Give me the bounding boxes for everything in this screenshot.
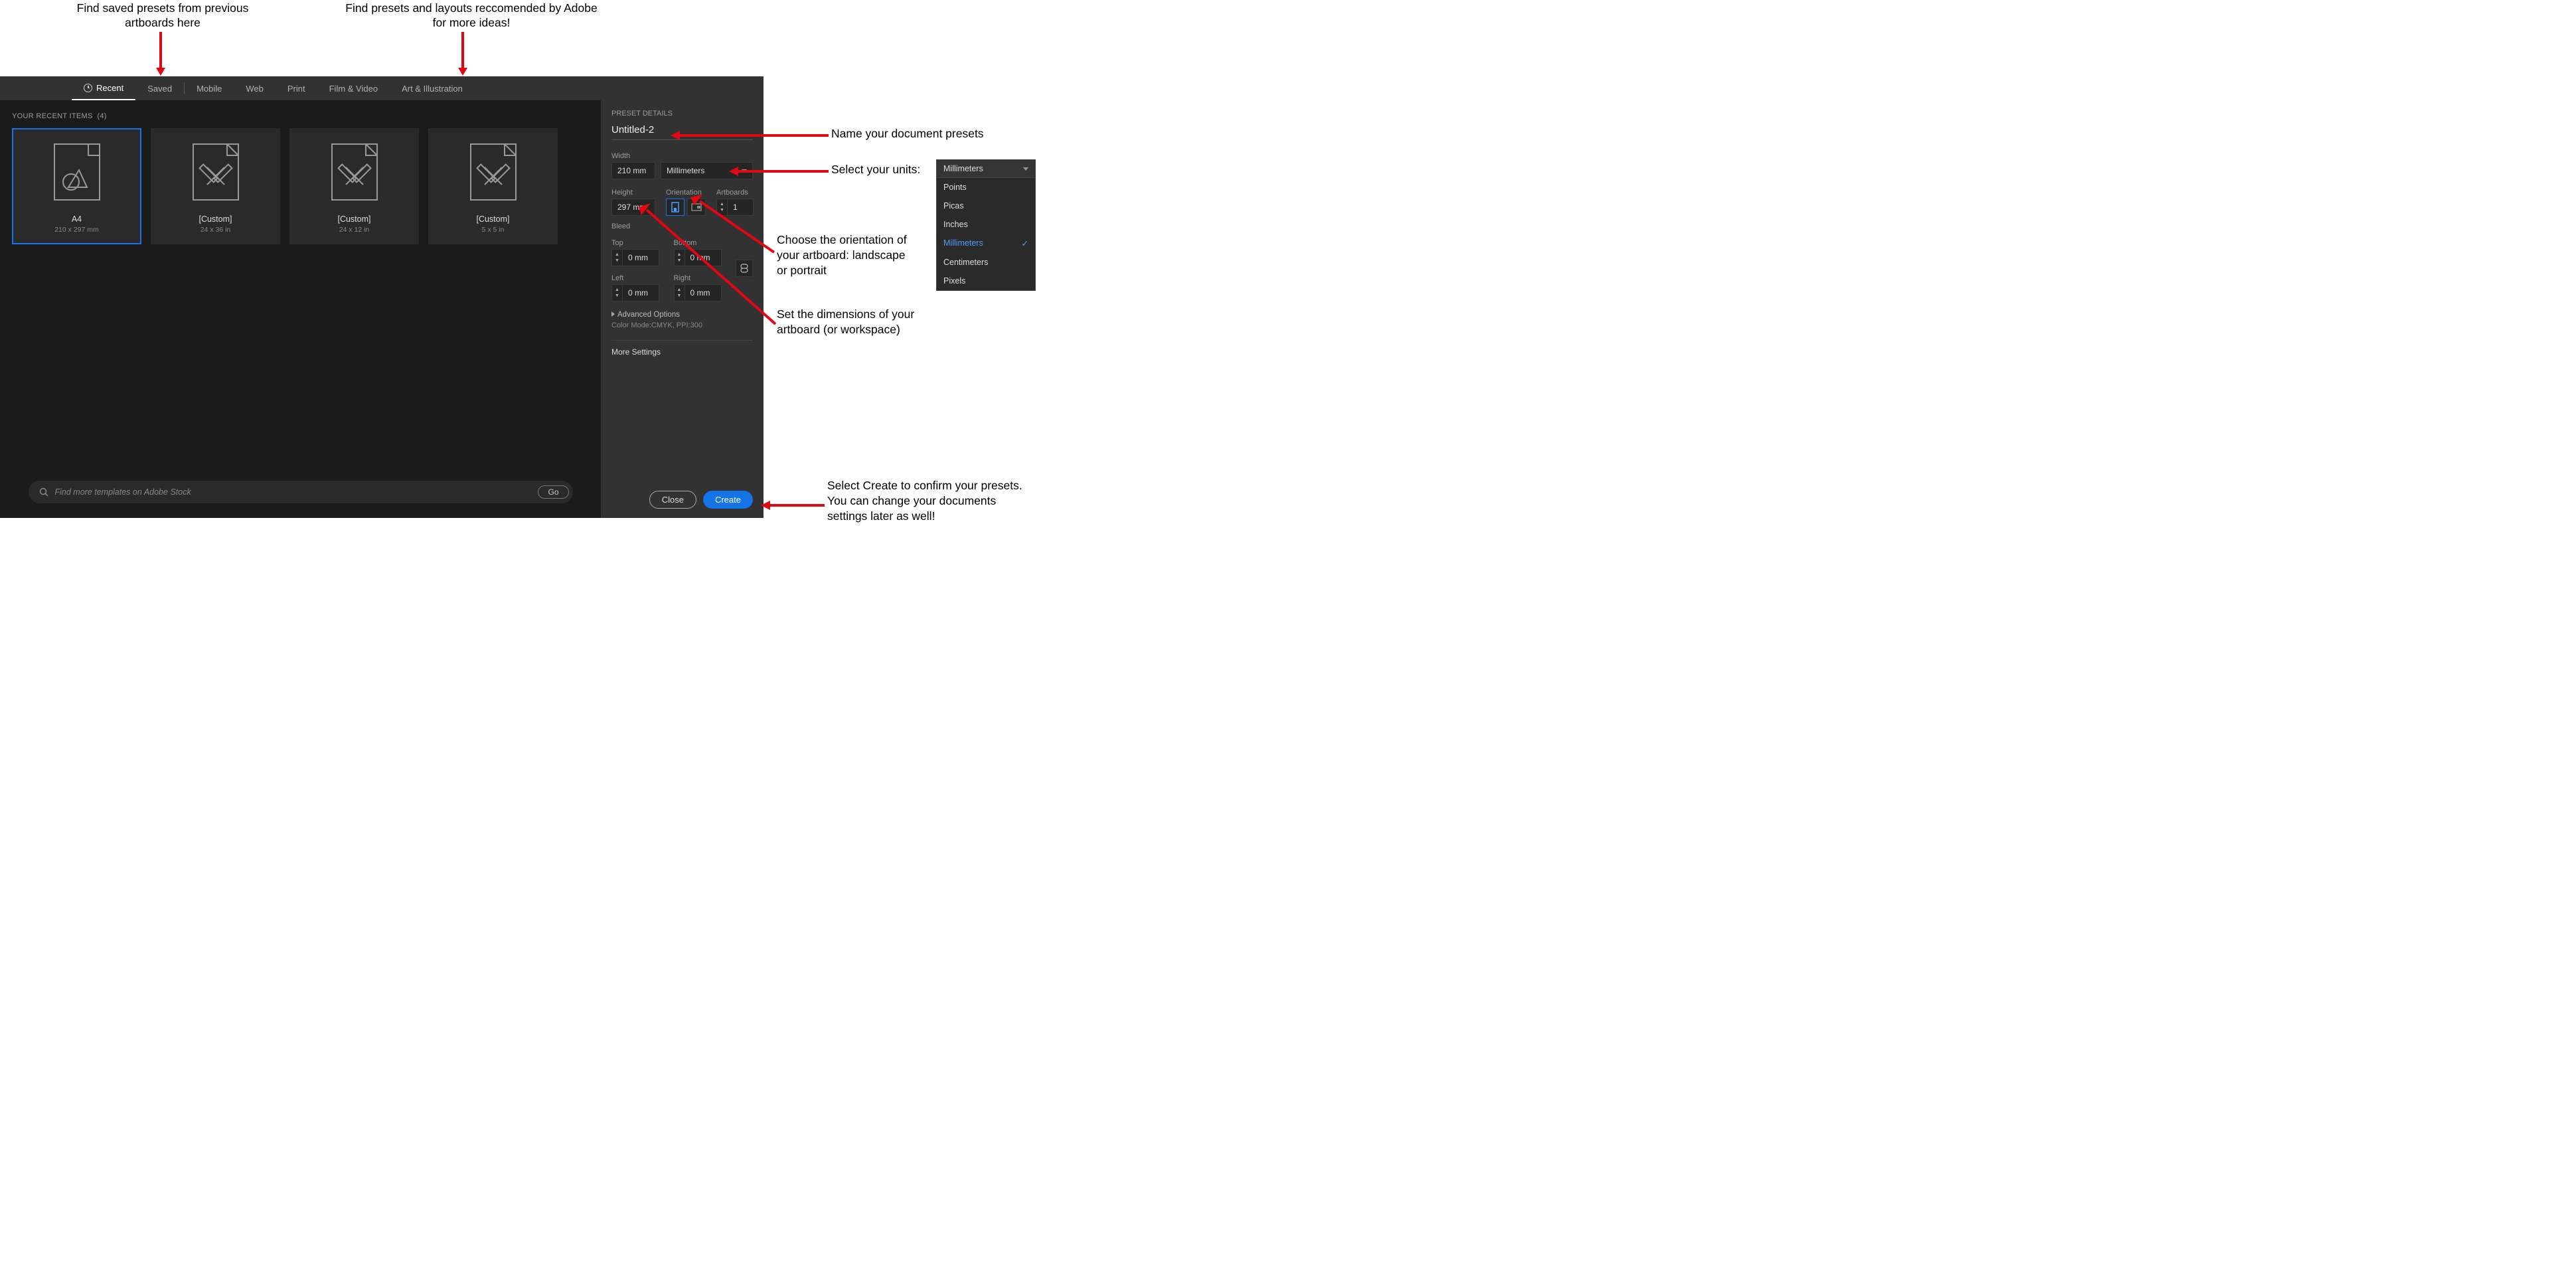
preset-card-custom[interactable]: [Custom] 24 x 36 in <box>151 128 280 244</box>
units-option-millimeters[interactable]: Millimeters ✓ <box>937 234 1035 253</box>
tab-label: Recent <box>96 83 123 93</box>
arrow-down-icon <box>156 32 165 76</box>
tab-print[interactable]: Print <box>276 76 317 100</box>
width-label: Width <box>611 152 753 160</box>
units-dd-header-label: Millimeters <box>943 164 983 173</box>
preset-thumb <box>44 139 110 205</box>
preset-card-a4[interactable]: A4 210 x 297 mm <box>12 128 141 244</box>
annotation-units: Select your units: <box>831 162 920 177</box>
tab-label: Mobile <box>197 84 222 94</box>
preset-grid: A4 210 x 297 mm [Custom] 24 x 36 in [Cus… <box>12 128 589 244</box>
presets-pane: YOUR RECENT ITEMS (4) A4 210 x 297 mm [C… <box>0 100 601 518</box>
go-button[interactable]: Go <box>538 485 568 499</box>
create-button[interactable]: Create <box>703 491 753 509</box>
tab-art-illustration[interactable]: Art & Illustration <box>390 76 475 100</box>
chevron-down-icon <box>1023 167 1028 171</box>
annotation-create: Select Create to confirm your presets. Y… <box>827 478 1040 523</box>
tab-film-video[interactable]: Film & Video <box>317 76 390 100</box>
annotation-adobe-presets: Find presets and layouts reccomended by … <box>345 1 598 31</box>
tab-label: Web <box>246 84 264 94</box>
units-dropdown-header[interactable]: Millimeters <box>937 160 1035 178</box>
tab-label: Art & Illustration <box>402 84 463 94</box>
tab-recent[interactable]: Recent <box>72 76 135 100</box>
annotation-name: Name your document presets <box>831 126 984 141</box>
preset-dim: 24 x 36 in <box>201 226 231 234</box>
close-button[interactable]: Close <box>649 491 696 509</box>
preset-name: A4 <box>72 214 82 224</box>
units-option-pixels[interactable]: Pixels <box>937 272 1035 290</box>
preset-dim: 24 x 12 in <box>339 226 370 234</box>
annotation-orientation: Choose the orientation of your artboard:… <box>777 232 929 278</box>
tab-label: Film & Video <box>329 84 378 94</box>
recent-header-label: YOUR RECENT ITEMS <box>12 112 93 120</box>
tab-label: Saved <box>147 84 172 94</box>
bleed-stepper[interactable]: ▲▼ <box>611 284 622 301</box>
dialog-buttons: Close Create <box>611 483 753 509</box>
units-opt-label: Millimeters <box>943 238 983 248</box>
width-input[interactable]: 210 mm <box>611 162 655 179</box>
annotation-saved-presets: Find saved presets from previous artboar… <box>53 1 272 31</box>
arrow-down-icon <box>458 32 467 76</box>
height-label: Height <box>611 189 655 197</box>
panel-title: PRESET DETAILS <box>611 110 753 118</box>
stock-search-input[interactable]: Find more templates on Adobe Stock Go <box>29 481 573 503</box>
preset-name: [Custom] <box>476 214 509 224</box>
clock-icon <box>84 84 92 92</box>
preset-dim: 210 x 297 mm <box>54 226 99 234</box>
preset-card-custom[interactable]: [Custom] 5 x 5 in <box>428 128 558 244</box>
units-dropdown: Millimeters Points Picas Inches Millimet… <box>936 159 1036 291</box>
preset-name: [Custom] <box>199 214 232 224</box>
search-row: Find more templates on Adobe Stock Go <box>12 473 589 511</box>
search-placeholder: Find more templates on Adobe Stock <box>55 487 191 497</box>
units-option-points[interactable]: Points <box>937 178 1035 197</box>
tab-label: Print <box>287 84 305 94</box>
chevron-right-icon <box>611 311 615 317</box>
units-value: Millimeters <box>667 166 704 175</box>
arrow-diag-icon <box>639 205 778 331</box>
divider <box>611 340 753 341</box>
tab-web[interactable]: Web <box>234 76 276 100</box>
tab-saved[interactable]: Saved <box>135 76 184 100</box>
search-icon <box>39 487 48 497</box>
tab-mobile[interactable]: Mobile <box>185 76 234 100</box>
more-settings-button[interactable]: More Settings <box>611 347 753 357</box>
preset-thumb <box>183 139 249 205</box>
top-annotations: Find saved presets from previous artboar… <box>0 0 1042 76</box>
arrow-left-icon <box>671 131 829 140</box>
preset-thumb <box>321 139 388 205</box>
check-icon: ✓ <box>1022 238 1028 248</box>
bleed-stepper[interactable]: ▲▼ <box>611 249 622 266</box>
units-option-picas[interactable]: Picas <box>937 197 1035 215</box>
preset-dim: 5 x 5 in <box>482 226 505 234</box>
annotation-dimensions: Set the dimensions of your artboard (or … <box>777 307 936 337</box>
units-option-inches[interactable]: Inches <box>937 215 1035 234</box>
recent-count: (4) <box>97 112 106 120</box>
preset-card-custom[interactable]: [Custom] 24 x 12 in <box>289 128 419 244</box>
preset-name: [Custom] <box>337 214 370 224</box>
category-tabs: Recent Saved Mobile Web Print Film & Vid… <box>0 76 764 100</box>
units-option-centimeters[interactable]: Centimeters <box>937 253 1035 272</box>
preset-thumb <box>460 139 526 205</box>
arrow-left-icon <box>729 167 829 176</box>
recent-header: YOUR RECENT ITEMS (4) <box>12 112 589 120</box>
arrow-left-icon <box>761 501 825 510</box>
